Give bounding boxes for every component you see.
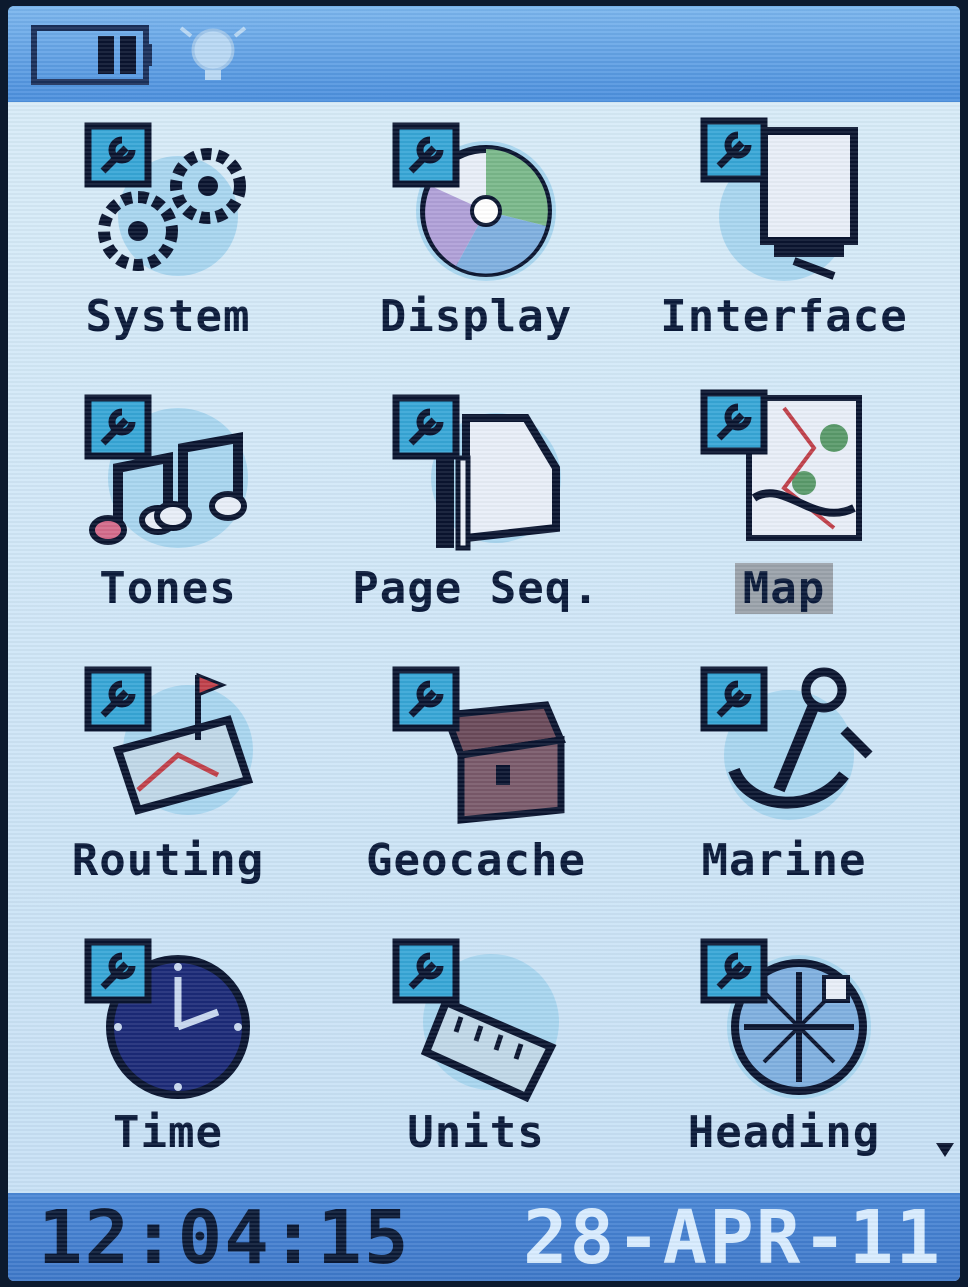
menu-item-map[interactable]: Map <box>634 378 934 648</box>
routing-map-icon <box>84 666 254 815</box>
page-sequence-icon <box>392 394 561 551</box>
gps-settings-screen: System Display Interface Tones Page Seq.… <box>8 6 960 1281</box>
menu-item-label: Routing <box>71 835 265 886</box>
scroll-down-arrow-icon[interactable] <box>934 1141 956 1159</box>
settings-menu-grid: System Display Interface Tones Page Seq.… <box>8 106 960 1196</box>
treasure-chest-icon <box>392 666 566 824</box>
menu-item-units[interactable]: Units <box>326 922 626 1192</box>
menu-item-marine[interactable]: Marine <box>634 650 934 920</box>
computer-interface-icon <box>700 117 858 281</box>
ruler-icon <box>392 938 559 1102</box>
menu-item-label: Interface <box>660 291 908 342</box>
anchor-icon <box>700 666 873 820</box>
menu-item-label: Geocache <box>366 835 586 886</box>
menu-item-label: System <box>85 291 251 342</box>
menu-item-label: Marine <box>701 835 867 886</box>
menu-item-label: Time <box>113 1107 223 1158</box>
menu-item-display[interactable]: Display <box>326 106 626 376</box>
clock-time: 12:04:15 <box>38 1195 411 1281</box>
battery-icon <box>31 25 152 85</box>
lightbulb-icon <box>179 26 247 80</box>
menu-item-label: Display <box>379 291 573 342</box>
status-bar <box>8 6 960 102</box>
menu-item-routing[interactable]: Routing <box>18 650 318 920</box>
current-date: 28-APR-11 <box>523 1195 942 1281</box>
menu-item-label: Tones <box>99 563 237 614</box>
menu-item-geocache[interactable]: Geocache <box>326 650 626 920</box>
menu-item-label: Map <box>634 563 934 614</box>
menu-item-label: Page Seq. <box>352 563 600 614</box>
footer-bar: 12:04:15 28-APR-11 <box>8 1193 960 1281</box>
menu-item-tones[interactable]: Tones <box>18 378 318 648</box>
menu-item-label: Heading <box>687 1107 881 1158</box>
disc-display-icon <box>392 122 556 281</box>
compass-icon <box>700 938 871 1099</box>
menu-item-label: Units <box>407 1107 545 1158</box>
menu-item-interface[interactable]: Interface <box>634 106 934 376</box>
music-notes-icon <box>84 394 248 548</box>
menu-item-system[interactable]: System <box>18 106 318 376</box>
menu-item-heading[interactable]: Heading <box>634 922 934 1192</box>
selected-label: Map <box>734 563 834 614</box>
gears-icon <box>84 122 246 276</box>
menu-item-page-seq[interactable]: Page Seq. <box>326 378 626 648</box>
clock-icon <box>84 938 250 1099</box>
menu-item-time[interactable]: Time <box>18 922 318 1192</box>
map-icon <box>700 389 862 541</box>
